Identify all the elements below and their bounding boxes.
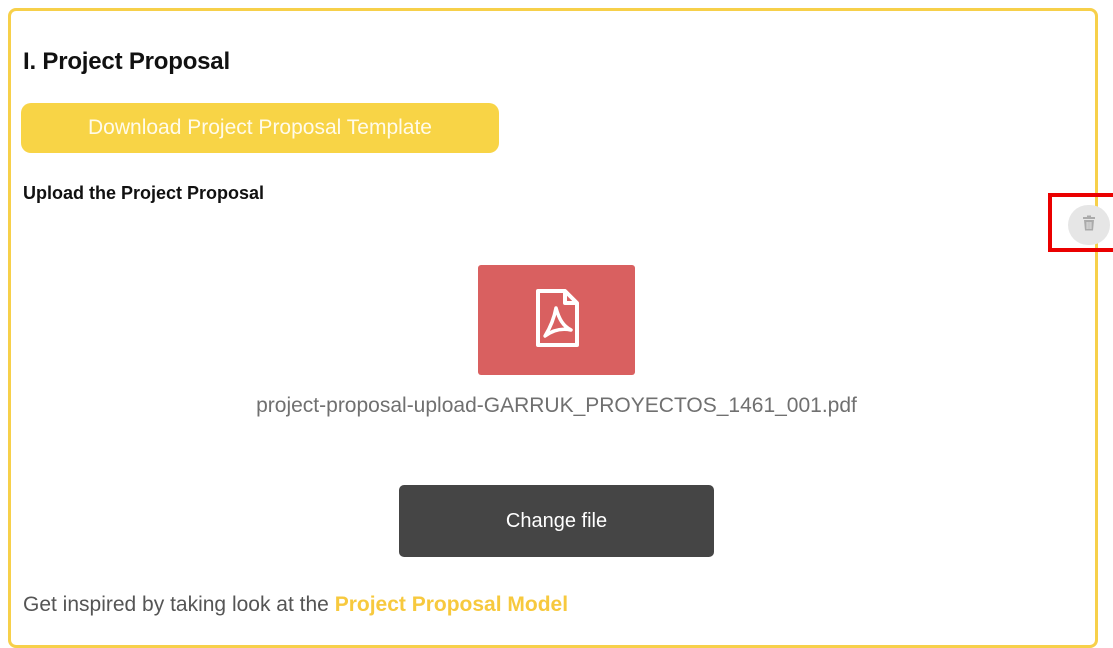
upload-label: Upload the Project Proposal [23, 183, 265, 203]
project-proposal-model-link[interactable]: Project Proposal Model [335, 593, 568, 616]
download-template-button[interactable]: Download Project Proposal Template [21, 103, 499, 153]
change-file-button[interactable]: Change file [399, 485, 714, 557]
delete-file-button[interactable] [1068, 205, 1110, 245]
pdf-file-tile [478, 265, 635, 375]
trash-icon [1082, 215, 1096, 236]
inspiration-text: Get inspired by taking look at the Proje… [23, 593, 568, 617]
pdf-file-icon [533, 288, 581, 353]
uploaded-file-name: project-proposal-upload-GARRUK_PROYECTOS… [256, 394, 857, 417]
inspiration-prefix: Get inspired by taking look at the [23, 593, 329, 616]
section-title: I. Project Proposal [23, 48, 230, 75]
